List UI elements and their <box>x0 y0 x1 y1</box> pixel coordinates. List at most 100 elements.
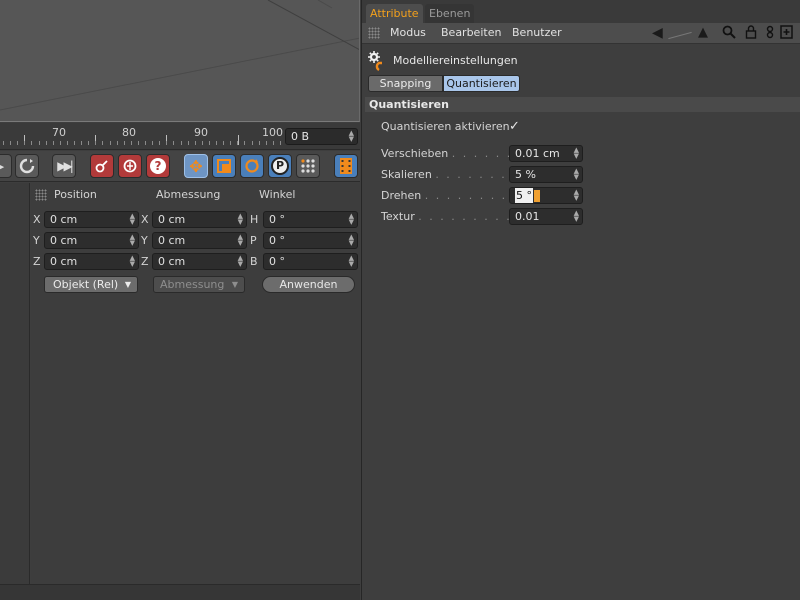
link-icon[interactable] <box>765 25 775 44</box>
size-x-field[interactable]: 0 cm ▲ ▼ <box>152 211 247 228</box>
spin-arrows-icon[interactable]: ▲ ▼ <box>130 234 135 247</box>
rotation-p-field[interactable]: 0 ° ▲ ▼ <box>263 232 358 249</box>
rotate-tool-button[interactable] <box>240 154 264 178</box>
rotation-h-field[interactable]: 0 ° ▲ ▼ <box>263 211 358 228</box>
verschieben-field[interactable]: 0.01 cm ▲ ▼ <box>509 145 583 162</box>
spin-arrows-icon[interactable]: ▲ ▼ <box>349 234 354 247</box>
field-value: 0 ° <box>269 255 285 268</box>
size-mode-select: Abmessung ▼ <box>153 276 245 293</box>
field-value: 5 ° <box>515 188 533 203</box>
current-frame-field[interactable]: 0 B ▲ ▼ <box>285 128 358 145</box>
spin-arrows-icon[interactable]: ▲ ▼ <box>349 213 354 226</box>
section-header-quantisieren: Quantisieren <box>365 97 800 112</box>
skalieren-field[interactable]: 5 % ▲ ▼ <box>509 166 583 183</box>
autokey-button[interactable] <box>118 154 142 178</box>
textur-field[interactable]: 0.01 ▲ ▼ <box>509 208 583 225</box>
record-keys-button[interactable] <box>90 154 114 178</box>
skip-end-icon: ▶▶| <box>57 159 73 173</box>
scale-tool-button[interactable] <box>212 154 236 178</box>
subtab-quantisieren[interactable]: Quantisieren <box>443 75 520 92</box>
spin-arrows-icon[interactable]: ▲ ▼ <box>574 168 579 181</box>
field-value: 0 cm <box>50 255 78 268</box>
help-button[interactable]: ? <box>146 154 170 178</box>
history-line <box>668 31 692 40</box>
drag-grip-icon[interactable] <box>35 189 47 201</box>
size-z-field[interactable]: 0 cm ▲ ▼ <box>152 253 247 270</box>
spin-arrows-icon[interactable]: ▲ ▼ <box>130 213 135 226</box>
axis-label: Z <box>141 255 149 268</box>
scale-icon <box>217 159 231 173</box>
spin-arrows-icon[interactable]: ▲ ▼ <box>574 147 579 160</box>
attribute-manager: Attribute Ebenen Modus Bearbeiten Benutz… <box>361 0 800 600</box>
timeline-minor-tick <box>24 141 26 145</box>
move-tool-button[interactable]: ✥ <box>184 154 208 178</box>
timeline-minor-tick <box>17 141 19 145</box>
grid-dots-button[interactable] <box>296 154 320 178</box>
menu-modus[interactable]: Modus <box>390 26 426 39</box>
position-x-field[interactable]: 0 cm ▲ ▼ <box>44 211 139 228</box>
tab-attribute[interactable]: Attribute <box>366 4 423 23</box>
enable-quantize-label: Quantisieren aktivieren <box>381 120 510 133</box>
spin-arrows-icon[interactable]: ▲ ▼ <box>574 210 579 223</box>
menu-bearbeiten[interactable]: Bearbeiten <box>441 26 501 39</box>
position-y-field[interactable]: 0 cm ▲ ▼ <box>44 232 139 249</box>
spin-arrows-icon[interactable]: ▲ ▼ <box>130 255 135 268</box>
timeline-minor-tick <box>279 141 281 145</box>
timeline-minor-tick <box>74 141 75 145</box>
timeline-minor-tick <box>208 141 210 145</box>
timeline-minor-tick <box>237 141 239 145</box>
help-icon: ? <box>150 158 166 174</box>
timeline-minor-tick <box>265 141 267 145</box>
size-y-field[interactable]: 0 cm ▲ ▼ <box>152 232 247 249</box>
timeline-minor-tick <box>59 141 61 145</box>
render-view-button[interactable] <box>334 154 358 178</box>
loop-button[interactable] <box>15 154 39 178</box>
field-value: 0 cm <box>50 213 78 226</box>
timeline-minor-tick <box>223 141 225 145</box>
size-header: Abmessung <box>156 188 221 201</box>
timeline-minor-tick <box>201 141 203 145</box>
spin-arrows-icon[interactable]: ▲ ▼ <box>349 255 354 268</box>
position-z-field[interactable]: 0 cm ▲ ▼ <box>44 253 139 270</box>
apply-button[interactable]: Anwenden <box>262 276 355 293</box>
spin-arrows-icon[interactable]: ▲ ▼ <box>238 234 243 247</box>
lock-icon[interactable] <box>745 25 757 44</box>
timeline-minor-tick <box>230 141 232 145</box>
drehen-field[interactable]: 5 ° ▲ ▼ <box>509 187 583 204</box>
subtab-snapping[interactable]: Snapping <box>368 75 443 92</box>
timeline-minor-tick <box>38 141 40 145</box>
coordinate-mode-select[interactable]: Objekt (Rel) ▼ <box>44 276 138 293</box>
play-button[interactable]: ▶ <box>0 154 12 178</box>
play-icon: ▶ <box>0 160 4 173</box>
field-value: 0.01 cm <box>515 147 560 160</box>
rotation-b-field[interactable]: 0 ° ▲ ▼ <box>263 253 358 270</box>
spin-arrows-icon[interactable]: ▲ ▼ <box>238 255 243 268</box>
tab-ebenen[interactable]: Ebenen <box>425 4 475 23</box>
timeline-ruler[interactable]: 70 80 90 100 0 B ▲ ▼ <box>0 123 360 150</box>
axis-label: H <box>250 213 259 226</box>
search-icon[interactable] <box>722 25 736 44</box>
enable-quantize-checkbox[interactable]: ✓ <box>509 120 523 134</box>
current-frame-value: 0 B <box>291 130 310 143</box>
add-panel-icon[interactable] <box>780 25 793 44</box>
spin-arrows-icon[interactable]: ▲ ▼ <box>574 189 579 202</box>
field-value: 0 ° <box>269 234 285 247</box>
spin-arrows-icon[interactable]: ▲ ▼ <box>349 130 354 143</box>
parameter-tool-button[interactable]: P <box>268 154 292 178</box>
axis-label: Y <box>33 234 40 247</box>
menu-benutzer[interactable]: Benutzer <box>512 26 562 39</box>
viewport[interactable] <box>0 0 360 122</box>
modeling-settings-icon <box>368 51 382 72</box>
back-arrow-icon[interactable]: ◀ <box>652 25 663 41</box>
timeline-minor-tick <box>251 141 253 145</box>
spin-arrows-icon[interactable]: ▲ ▼ <box>238 213 243 226</box>
pointer-icon[interactable]: ▲ <box>698 25 708 41</box>
loop-icon <box>19 158 35 174</box>
timeline-minor-tick <box>123 141 125 145</box>
timeline-minor-tick <box>137 141 139 145</box>
object-header: Modelliereinstellungen Snapping Quantisi… <box>362 45 800 97</box>
skip-end-button[interactable]: ▶▶| <box>52 154 76 178</box>
timeline-minor-tick <box>52 141 54 145</box>
drag-grip-icon[interactable] <box>368 27 380 39</box>
timeline-minor-tick <box>187 141 189 145</box>
